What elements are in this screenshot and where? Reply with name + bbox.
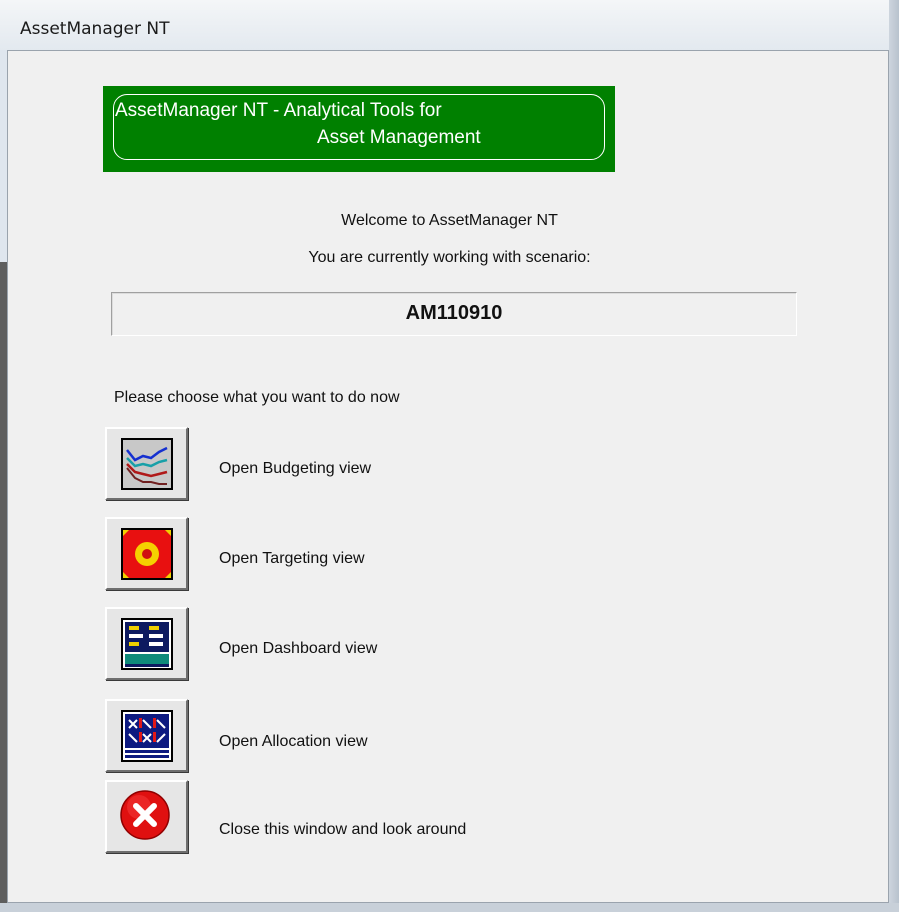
title-bar[interactable]: AssetManager NT (0, 0, 899, 50)
dashboard-icon (121, 618, 173, 670)
budgeting-chart-icon (121, 438, 173, 490)
background-strip (0, 262, 7, 912)
dashboard-label: Open Dashboard view (219, 640, 378, 657)
banner-title-line2: Asset Management (317, 127, 481, 148)
window-title: AssetManager NT (20, 19, 170, 39)
open-budgeting-button[interactable] (105, 427, 188, 500)
header-banner: AssetManager NT - Analytical Tools for A… (103, 86, 615, 172)
welcome-text: Welcome to AssetManager NT (341, 212, 558, 229)
assetmanager-window: AssetManager NT AssetManager NT - Analyt… (0, 0, 899, 912)
close-icon (120, 790, 170, 840)
banner-title-line1: AssetManager NT - Analytical Tools for (115, 100, 442, 121)
allocation-label: Open Allocation view (219, 733, 368, 750)
allocation-grid-icon (121, 710, 173, 762)
scenario-intro-text: You are currently working with scenario: (308, 249, 591, 266)
budgeting-label: Open Budgeting view (219, 460, 372, 477)
close-label: Close this window and look around (219, 821, 467, 838)
open-targeting-button[interactable] (105, 517, 188, 590)
scenario-name-field: AM110910 (111, 292, 797, 336)
target-icon (121, 528, 173, 580)
window-bottom-border (0, 903, 899, 912)
open-dashboard-button[interactable] (105, 607, 188, 680)
choice-prompt: Please choose what you want to do now (114, 389, 400, 406)
close-window-button[interactable] (105, 780, 188, 853)
window-right-border (889, 0, 899, 912)
open-allocation-button[interactable] (105, 699, 188, 772)
targeting-label: Open Targeting view (219, 550, 365, 567)
